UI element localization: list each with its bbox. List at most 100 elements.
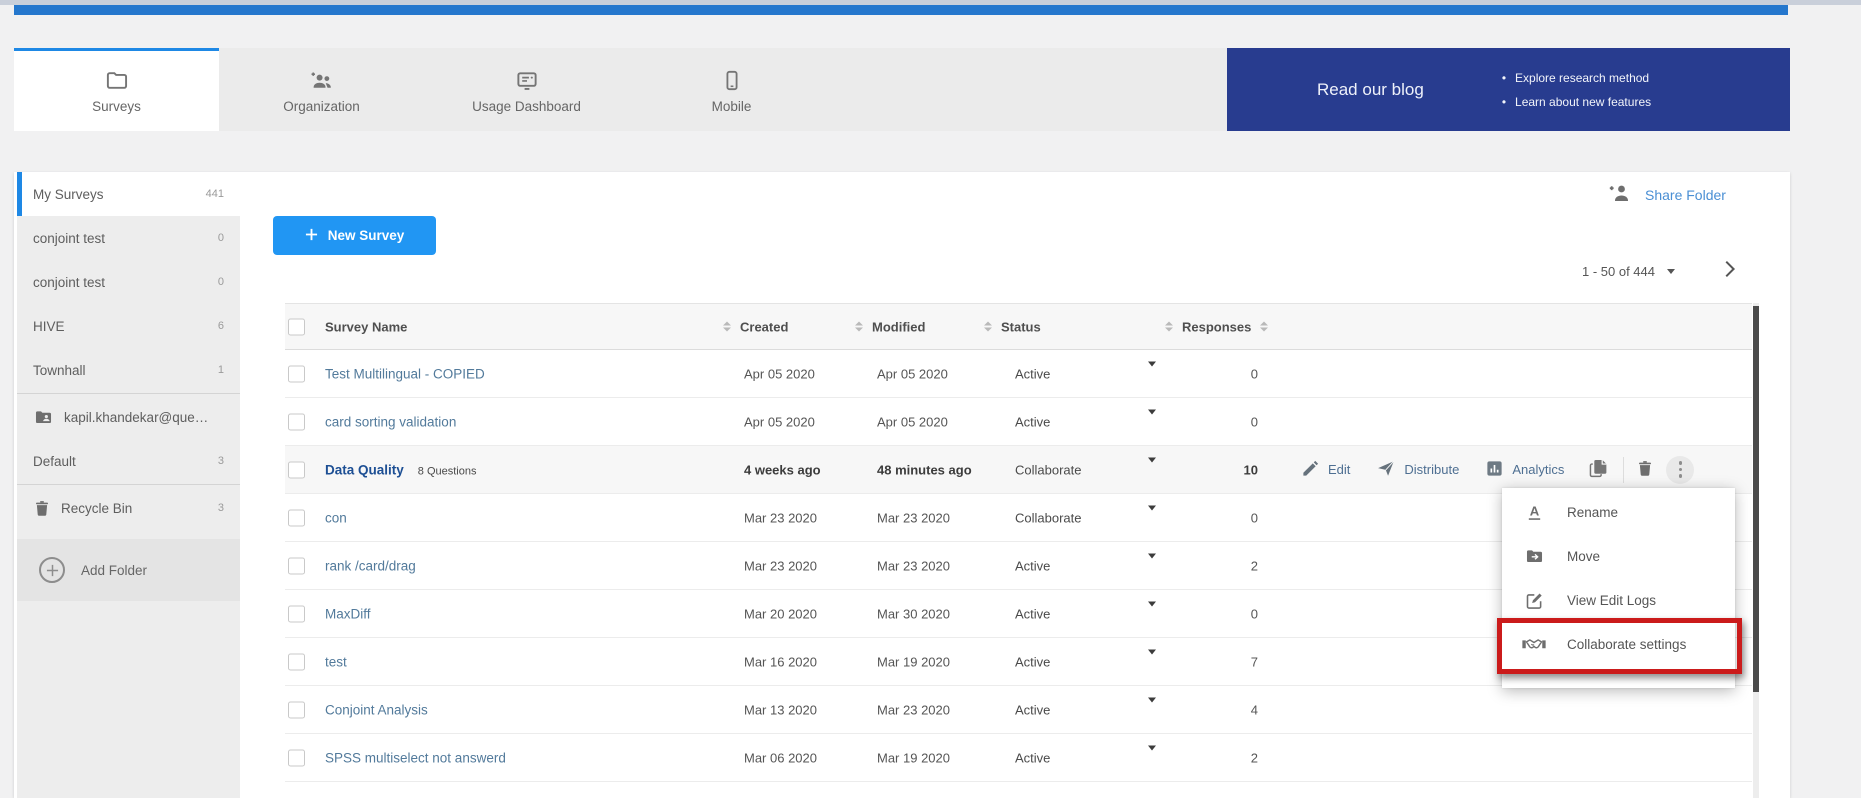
copy-icon: [1588, 457, 1609, 482]
status-dropdown[interactable]: [1148, 606, 1156, 621]
folder-count: 3: [218, 455, 224, 467]
column-header-survey-name[interactable]: Survey Name: [325, 319, 407, 334]
column-header-modified[interactable]: Modified: [855, 319, 925, 334]
banner-bullet-list: Explore research method Learn about new …: [1502, 66, 1651, 114]
status-dropdown[interactable]: [1148, 462, 1156, 477]
row-context-menu: A Rename Move View Edit Logs Collaborate…: [1502, 488, 1735, 688]
tab-usage-dashboard[interactable]: Usage Dashboard: [424, 48, 629, 131]
status-dropdown[interactable]: [1148, 414, 1156, 429]
chevron-down-icon: [1148, 505, 1156, 525]
status-dropdown[interactable]: [1148, 654, 1156, 669]
survey-name-link[interactable]: rank /card/drag: [325, 558, 416, 573]
survey-name-link[interactable]: Test Multilingual - COPIED: [325, 366, 485, 381]
add-folder-button[interactable]: Add Folder: [17, 539, 240, 601]
sort-icon[interactable]: [723, 322, 731, 332]
responses-cell: 2: [1163, 558, 1258, 573]
row-checkbox[interactable]: [288, 749, 305, 766]
sidebar-item-recycle-bin[interactable]: Recycle Bin 3: [17, 486, 240, 530]
sort-icon[interactable]: [984, 322, 992, 332]
status-cell: Collaborate: [1015, 510, 1082, 525]
survey-name-link[interactable]: card sorting validation: [325, 414, 456, 429]
column-header-status[interactable]: Status: [984, 319, 1041, 334]
table-scrollbar[interactable]: [1753, 303, 1759, 798]
tab-organization[interactable]: Organization: [219, 48, 424, 131]
sidebar-item-conjoint-test[interactable]: conjoint test 0: [17, 216, 240, 260]
survey-name-link[interactable]: test: [325, 654, 347, 669]
menu-item-collaborate-settings[interactable]: Collaborate settings: [1502, 622, 1735, 666]
menu-item-rename[interactable]: A Rename: [1502, 490, 1735, 534]
analytics-button[interactable]: Analytics: [1485, 459, 1564, 481]
row-checkbox[interactable]: [288, 413, 305, 430]
survey-name-link[interactable]: con: [325, 510, 347, 525]
column-header-created[interactable]: Created: [723, 319, 788, 334]
surveys-main-panel: Share Folder New Survey 1 - 50 of 444 Su…: [240, 172, 1790, 798]
sidebar-item-townhall[interactable]: Townhall 1: [17, 348, 240, 392]
paper-plane-icon: [1376, 459, 1396, 481]
menu-item-move[interactable]: Move: [1502, 534, 1735, 578]
status-dropdown[interactable]: [1148, 702, 1156, 717]
sidebar-item-conjoint-test[interactable]: conjoint test 0: [17, 260, 240, 304]
new-survey-label: New Survey: [328, 228, 405, 243]
edit-button[interactable]: Edit: [1301, 459, 1350, 481]
survey-name-link[interactable]: SPSS multiselect not answerd: [325, 750, 506, 765]
plus-icon: [305, 228, 318, 244]
sort-icon[interactable]: [1165, 322, 1173, 332]
share-folder-button[interactable]: Share Folder: [1608, 181, 1726, 209]
survey-row-card-sorting-validation: card sorting validation Apr 05 2020 Apr …: [285, 398, 1752, 446]
rename-icon: A: [1522, 500, 1546, 524]
status-dropdown[interactable]: [1148, 510, 1156, 525]
row-checkbox[interactable]: [288, 509, 305, 526]
folder-count: 0: [218, 276, 224, 288]
status-dropdown[interactable]: [1148, 558, 1156, 573]
row-checkbox[interactable]: [288, 557, 305, 574]
survey-name-link[interactable]: Conjoint Analysis: [325, 702, 428, 717]
chevron-down-icon: [1148, 745, 1156, 765]
created-cell: 4 weeks ago: [744, 462, 821, 477]
survey-name-link[interactable]: Data Quality8 Questions: [325, 462, 476, 477]
responses-cell: 0: [1163, 414, 1258, 429]
sidebar-item-default[interactable]: Default 3: [17, 439, 240, 483]
row-checkbox[interactable]: [288, 461, 305, 478]
tab-mobile[interactable]: Mobile: [629, 48, 834, 131]
row-checkbox[interactable]: [288, 653, 305, 670]
survey-name-link[interactable]: MaxDiff: [325, 606, 371, 621]
chevron-down-icon: [1667, 269, 1675, 274]
status-dropdown[interactable]: [1148, 750, 1156, 765]
pencil-icon: [1301, 459, 1320, 481]
sidebar-item-my-surveys[interactable]: My Surveys 441: [17, 172, 240, 216]
sort-icon[interactable]: [1260, 322, 1268, 332]
copy-survey-button[interactable]: [1588, 457, 1609, 482]
sort-icon[interactable]: [855, 322, 863, 332]
created-cell: Apr 05 2020: [744, 366, 815, 381]
row-checkbox[interactable]: [288, 365, 305, 382]
status-cell: Active: [1015, 366, 1050, 381]
share-folder-label: Share Folder: [1645, 187, 1726, 203]
scrollbar-thumb[interactable]: [1753, 306, 1759, 692]
delete-survey-button[interactable]: [1636, 459, 1654, 481]
created-cell: Apr 05 2020: [744, 414, 815, 429]
status-cell: Active: [1015, 606, 1050, 621]
sidebar-item-kapil-khandekar-que[interactable]: kapil.khandekar@que…: [17, 395, 240, 439]
content-card: My Surveys 441 conjoint test 0 conjoint …: [14, 172, 1790, 798]
row-checkbox[interactable]: [288, 605, 305, 622]
responses-cell: 7: [1163, 654, 1258, 669]
status-dropdown[interactable]: [1148, 366, 1156, 381]
menu-item-view-edit-logs[interactable]: View Edit Logs: [1502, 578, 1735, 622]
select-all-checkbox[interactable]: [288, 318, 305, 335]
svg-text:A: A: [1529, 503, 1539, 518]
survey-row-spss-multiselect-not-answerd: SPSS multiselect not answerd Mar 06 2020…: [285, 734, 1752, 782]
status-cell: Active: [1015, 750, 1050, 765]
column-header-responses[interactable]: Responses: [1165, 319, 1268, 334]
read-blog-link[interactable]: Read our blog: [1317, 80, 1424, 100]
pagination-dropdown[interactable]: 1 - 50 of 444: [1582, 260, 1675, 282]
modified-cell: Mar 19 2020: [877, 750, 950, 765]
row-checkbox[interactable]: [288, 701, 305, 718]
new-survey-button[interactable]: New Survey: [273, 216, 436, 255]
person-add-icon: [1608, 181, 1632, 210]
distribute-button[interactable]: Distribute: [1376, 459, 1459, 481]
sidebar-item-hive[interactable]: HIVE 6: [17, 304, 240, 348]
folder-count: 0: [218, 232, 224, 244]
next-page-button[interactable]: [1718, 258, 1742, 282]
more-actions-button[interactable]: [1666, 456, 1694, 484]
tab-surveys[interactable]: Surveys: [14, 48, 219, 131]
